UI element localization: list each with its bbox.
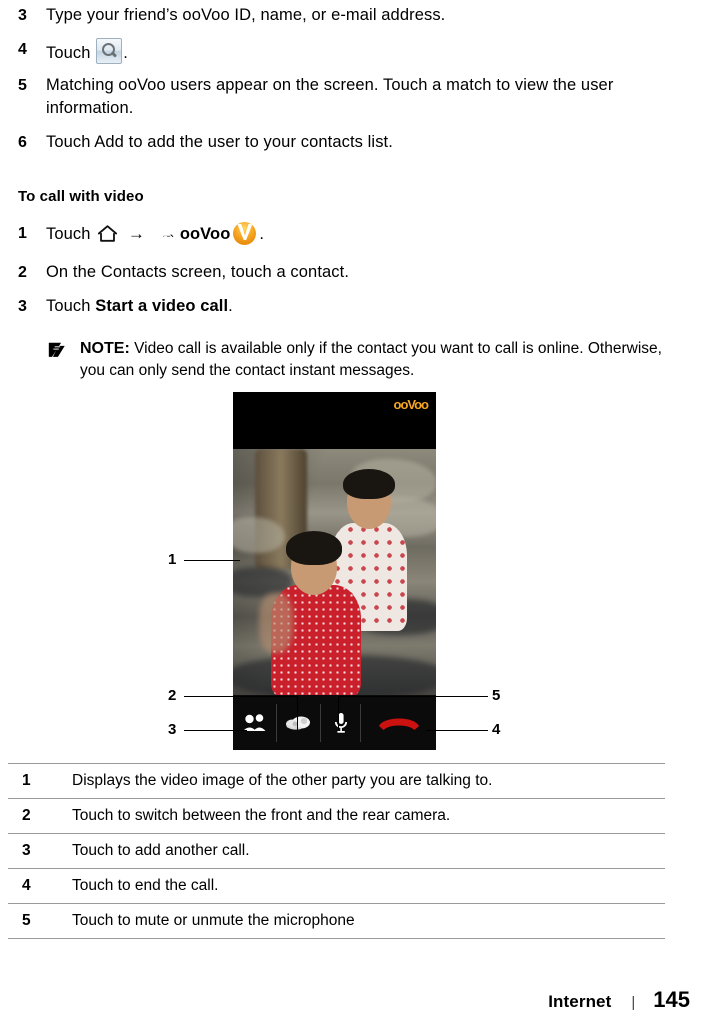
section-heading: To call with video	[18, 188, 144, 205]
camera-switch-icon	[285, 716, 310, 730]
row-number: 1	[8, 763, 64, 799]
photo-child-back-hair	[343, 469, 395, 499]
arrow-right-icon: →	[127, 224, 146, 243]
callout-2-leader-h	[184, 696, 298, 698]
switch-camera-button[interactable]	[277, 703, 321, 742]
note-block: NOTE: Video call is available only if th…	[46, 338, 676, 382]
footer-separator: |	[631, 994, 636, 1011]
callout-5: 5	[492, 687, 501, 704]
step-text: On the Contacts screen, touch a contact.	[46, 263, 349, 281]
list-item: 3 Touch Start a video call.	[0, 295, 708, 318]
note-text: NOTE: Video call is available only if th…	[80, 338, 676, 382]
callout-2-leader-v	[297, 696, 299, 730]
step-number: 3	[18, 7, 27, 24]
table-row: 3 Touch to add another call.	[8, 833, 665, 869]
callout-1-leader	[184, 560, 240, 562]
oovoo-logo-icon	[233, 222, 257, 245]
page-footer: Internet | 145	[0, 987, 690, 1013]
table-row: 4 Touch to end the call.	[8, 868, 665, 904]
callout-4-leader	[426, 730, 488, 732]
callout-1: 1	[168, 551, 177, 568]
step-text: Touch Add to add the user to your contac…	[46, 133, 393, 151]
step-number: 5	[18, 77, 27, 94]
step-number: 3	[18, 298, 27, 315]
list-item: 4 Touch .	[0, 38, 708, 65]
step-text-before: Touch	[46, 44, 91, 62]
app-name-label: ooVoo	[179, 225, 231, 243]
callout-5-leader-v	[338, 696, 340, 730]
step-text-before: Touch	[46, 297, 96, 315]
end-call-button[interactable]	[361, 704, 436, 742]
note-label: NOTE:	[80, 340, 130, 357]
step-list-group-1: 3 Type your friend’s ooVoo ID, name, or …	[0, 4, 708, 165]
note-icon-wrap	[46, 338, 80, 362]
table-row: 2 Touch to switch between the front and …	[8, 798, 665, 834]
table-row: 1 Displays the video image of the other …	[8, 763, 665, 799]
row-number: 5	[8, 903, 64, 939]
callout-5-leader-h	[338, 696, 488, 698]
photo-arm	[259, 593, 293, 653]
callout-description-table: 1 Displays the video image of the other …	[8, 763, 665, 939]
note-body: Video call is available only if the cont…	[80, 340, 662, 379]
step-text: Matching ooVoo users appear on the scree…	[46, 76, 614, 117]
home-icon	[98, 225, 118, 242]
row-description: Touch to mute or unmute the microphone	[64, 903, 665, 939]
list-item: 1 Touch → → ooVoo.	[0, 222, 708, 254]
photo-child-front-hair	[286, 531, 342, 565]
list-item: 3 Type your friend’s ooVoo ID, name, or …	[0, 4, 708, 27]
step-number: 1	[18, 225, 27, 242]
callout-3: 3	[168, 721, 177, 738]
row-description: Touch to switch between the front and th…	[64, 798, 665, 834]
step-number: 6	[18, 134, 27, 151]
page-number: 145	[653, 987, 690, 1012]
row-number: 3	[8, 833, 64, 869]
step-list-group-2: 1 Touch → → ooVoo. 2 On the Contacts scre…	[0, 222, 708, 329]
mute-microphone-button[interactable]	[321, 703, 361, 742]
row-description: Touch to end the call.	[64, 868, 665, 904]
step-text: Touch .	[46, 38, 128, 65]
list-item: 6 Touch Add to add the user to your cont…	[0, 131, 708, 154]
step-text: Touch → → ooVoo.	[46, 222, 265, 254]
call-control-bar	[233, 695, 436, 750]
row-number: 2	[8, 798, 64, 834]
step-text: Touch Start a video call.	[46, 295, 233, 318]
microphone-icon	[334, 712, 347, 733]
oovoo-wordmark-icon: ooVoo	[393, 397, 429, 412]
note-pencil-icon	[48, 342, 65, 357]
end-call-handset-icon	[378, 718, 419, 730]
step-text-before: Touch	[46, 225, 91, 243]
row-number: 4	[8, 868, 64, 904]
remote-video-area[interactable]	[233, 449, 436, 695]
callout-4: 4	[492, 721, 501, 738]
step-text-after: .	[259, 225, 265, 243]
table-row: 5 Touch to mute or unmute the microphone	[8, 903, 665, 939]
step-text: Type your friend’s ooVoo ID, name, or e-…	[46, 6, 446, 24]
app-top-bar: ooVoo	[233, 392, 436, 449]
step-number: 2	[18, 264, 27, 281]
search-icon	[96, 38, 123, 64]
list-item: 5 Matching ooVoo users appear on the scr…	[0, 74, 708, 120]
callout-3-leader	[184, 730, 247, 732]
step-text-after: .	[123, 44, 128, 62]
step-emphasis: Start a video call	[95, 297, 229, 315]
add-call-button[interactable]	[233, 703, 277, 742]
list-item: 2 On the Contacts screen, touch a contac…	[0, 261, 708, 284]
row-description: Touch to add another call.	[64, 833, 665, 869]
step-number: 4	[18, 41, 27, 58]
step-text-after: .	[228, 297, 233, 315]
row-description: Displays the video image of the other pa…	[64, 763, 665, 799]
footer-section-title: Internet	[548, 992, 612, 1011]
callout-2: 2	[168, 687, 177, 704]
